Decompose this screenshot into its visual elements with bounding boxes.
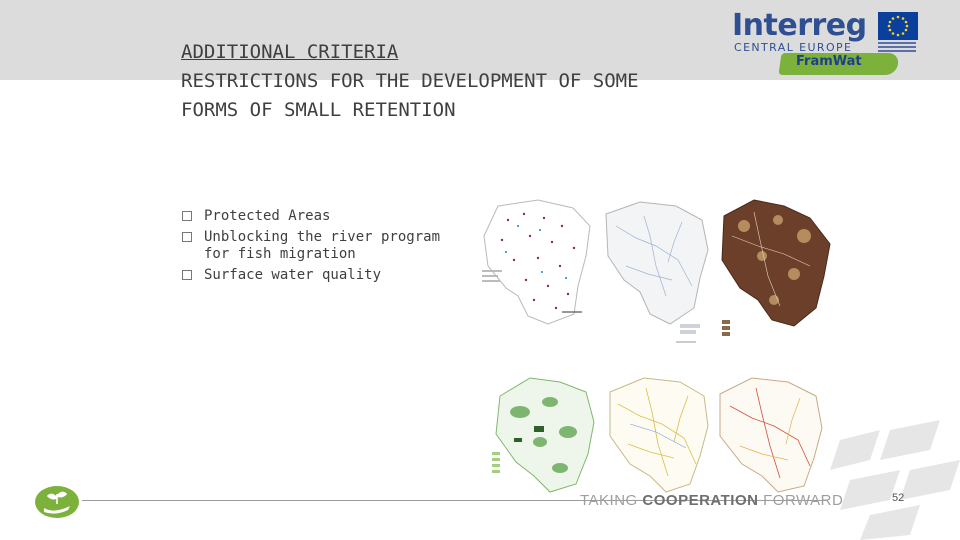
page-number: 52	[892, 492, 905, 504]
bullet-list: Protected Areas Unblocking the river pro…	[182, 208, 462, 288]
map-river-program	[605, 201, 709, 343]
decorative-arrows	[830, 420, 960, 540]
logo-brand: Interreg	[732, 8, 867, 43]
bullet-item: Protected Areas	[182, 208, 462, 225]
map-water-quality	[719, 377, 823, 493]
bullet-text: Protected Areas	[204, 208, 331, 224]
eu-flag-icon	[878, 12, 918, 40]
bullet-item: Surface water quality	[182, 267, 462, 284]
footer-tagline: TAKING COOPERATION FORWARD	[580, 492, 843, 509]
slide-title: ADDITIONAL CRITERIA RESTRICTIONS FOR THE…	[181, 38, 741, 125]
bullet-text: Unblocking the river program for fish mi…	[204, 229, 441, 262]
title-line-3: FORMS OF SMALL RETENTION	[181, 99, 456, 121]
bullet-item: Unblocking the river program for fish mi…	[182, 229, 462, 263]
map-protected-areas	[482, 199, 591, 325]
title-line-1: ADDITIONAL CRITERIA	[181, 41, 399, 63]
checkbox-square-icon	[182, 270, 192, 280]
title-line-2: RESTRICTIONS FOR THE DEVELOPMENT OF SOME	[181, 70, 639, 92]
tagline-part-1: TAKING	[580, 492, 643, 509]
interreg-logo: Interreg CENTRAL EUROPE FramWat	[726, 8, 926, 76]
checkbox-square-icon	[182, 211, 192, 221]
map-river-network	[609, 377, 709, 493]
project-name: FramWat	[796, 54, 862, 69]
bullet-text: Surface water quality	[204, 267, 382, 283]
map-green-habitats	[492, 377, 595, 493]
tagline-part-2: COOPERATION	[642, 492, 759, 509]
hand-plant-icon	[35, 486, 79, 518]
checkbox-square-icon	[182, 232, 192, 242]
map-surface-water	[721, 199, 831, 336]
